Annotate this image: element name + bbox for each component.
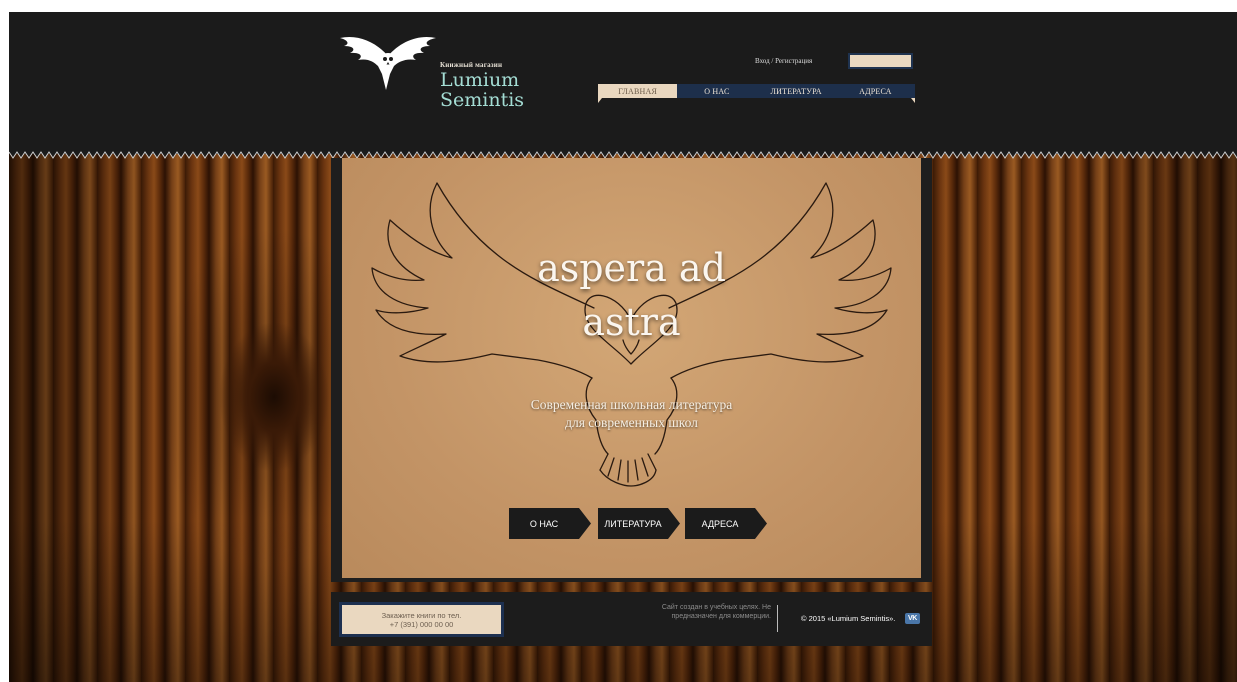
nav-corner-left [598, 98, 602, 103]
nav-item-home[interactable]: ГЛАВНАЯ [598, 84, 678, 98]
hero-title-line2: astra [582, 300, 681, 344]
nav-item-addresses[interactable]: АДРЕСА [836, 84, 915, 98]
order-phone-box[interactable]: Закажите книги по тел. +7 (391) 000 00 0… [339, 602, 504, 637]
nav-item-literature[interactable]: ЛИТЕРАТУРА [757, 84, 836, 98]
about-button[interactable]: О НАС [509, 508, 591, 539]
main-nav: ГЛАВНАЯ О НАС ЛИТЕРАТУРА АДРЕСА [598, 84, 915, 98]
owl-logo-icon [340, 36, 436, 90]
hero-panel: aspera ad astra Современная школьная лит… [342, 158, 921, 578]
nav-item-about[interactable]: О НАС [677, 84, 756, 98]
copyright-text: © 2015 «Lumium Semintis». [801, 614, 896, 623]
nav-corner-right [911, 98, 915, 103]
hero-title-line1: aspera ad [537, 246, 726, 290]
literature-button[interactable]: ЛИТЕРАТУРА [598, 508, 680, 539]
login-register-link[interactable]: Вход / Регистрация [755, 57, 812, 65]
order-phone-number: +7 (391) 000 00 00 [389, 619, 454, 629]
header-bar [9, 12, 1237, 154]
search-input[interactable] [848, 53, 913, 69]
disclaimer-line2: предназначен для коммерции. [671, 613, 771, 620]
order-phone-label: Закажите книги по тел. [381, 610, 462, 620]
logo-title-line2[interactable]: Semintis [440, 90, 524, 110]
hero-subtitle-line2: для современных школ [565, 415, 698, 430]
page: Книжный магазин Lumium Semintis Вход / Р… [0, 0, 1237, 682]
disclaimer-line1: Сайт создан в учебных целях. Не [661, 604, 771, 611]
footer-divider [777, 605, 778, 632]
vk-icon[interactable]: VK [905, 613, 920, 624]
hero-subtitle-line1: Современная школьная литература [530, 397, 733, 412]
footer-bar: Закажите книги по тел. +7 (391) 000 00 0… [331, 592, 932, 646]
disclaimer-note: Сайт создан в учебных целях. Не предназн… [631, 603, 771, 621]
logo-tagline: Книжный магазин [440, 61, 503, 69]
addresses-button[interactable]: АДРЕСА [685, 508, 767, 539]
logo-title-line1[interactable]: Lumium [440, 70, 519, 90]
